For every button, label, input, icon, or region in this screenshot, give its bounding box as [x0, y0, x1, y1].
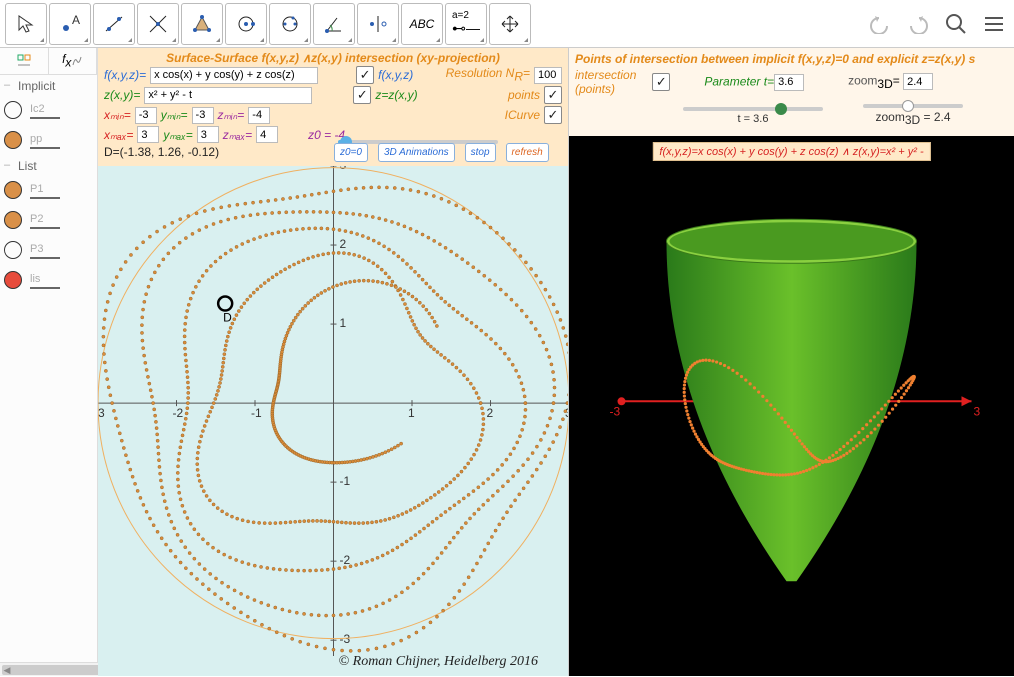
tool-reflect[interactable]: [357, 3, 399, 45]
fxyz-checkbox[interactable]: [356, 66, 374, 84]
panel-2d: Surface-Surface f(x,y,z) ∧z(x,y) interse…: [98, 48, 569, 676]
canvas-2d[interactable]: -3 -3 -2 -2 -1 -1 1 1 2 2 3 3 D © Roman Chijner, Hei…: [98, 166, 568, 676]
item-label: P2: [30, 213, 43, 225]
svg-text:-2: -2: [173, 406, 184, 420]
fxyz-label: f(x,y,z)=: [104, 68, 146, 82]
main-toolbar: A ABC a=2⊷—: [0, 0, 1014, 48]
credit-text: © Roman Chijner, Heidelberg 2016: [339, 654, 539, 670]
svg-text:3: 3: [340, 166, 347, 172]
zmin-input[interactable]: [248, 107, 270, 124]
res-label: Resolution NR=: [446, 66, 530, 83]
tool-text[interactable]: ABC: [401, 3, 443, 45]
main-layout: fx Implicit Ic2 pp List P1 P2 P3 lis ◀▶ …: [0, 48, 1014, 676]
undo-button[interactable]: [864, 8, 896, 40]
algebra-sidebar: fx Implicit Ic2 pp List P1 P2 P3 lis ◀▶: [0, 48, 98, 676]
tool-point[interactable]: A: [49, 3, 91, 45]
zxy-input[interactable]: [144, 87, 312, 104]
xmin-input[interactable]: [135, 107, 157, 124]
vis-toggle[interactable]: [4, 181, 22, 199]
svg-text:-1: -1: [251, 406, 262, 420]
group-implicit[interactable]: Implicit: [0, 75, 97, 95]
fxyz-input[interactable]: [150, 67, 318, 84]
vis-toggle[interactable]: [4, 241, 22, 259]
zoom-input[interactable]: [903, 73, 933, 90]
redo-button[interactable]: [902, 8, 934, 40]
zoom-slider[interactable]: [863, 104, 963, 108]
svg-text:A: A: [72, 14, 80, 27]
vis-toggle[interactable]: [4, 271, 22, 289]
svg-text:3: 3: [974, 404, 981, 418]
plot-3d: -33-3-2: [569, 161, 1014, 651]
sidebar-scrollbar[interactable]: ◀▶: [0, 662, 98, 676]
tool-angle[interactable]: [313, 3, 355, 45]
group-list[interactable]: List: [0, 155, 97, 175]
ymin-input[interactable]: [192, 107, 214, 124]
points-checkbox[interactable]: [544, 86, 562, 104]
refresh-button[interactable]: refresh: [506, 143, 549, 162]
search-icon[interactable]: [940, 8, 972, 40]
fxyz-name: f(x,y,z): [378, 68, 413, 82]
t-slider[interactable]: [683, 107, 823, 111]
icurve-checkbox[interactable]: [544, 106, 562, 124]
tool-ellipse[interactable]: [269, 3, 311, 45]
svg-text:-3: -3: [98, 406, 105, 420]
item-label: pp: [30, 133, 42, 145]
plot-2d: -3 -3 -2 -2 -1 -1 1 1 2 2 3 3 D: [98, 166, 568, 656]
panel3d-title: Points of intersection between implicit …: [575, 52, 975, 66]
xmax-input[interactable]: [137, 126, 159, 143]
ymax-input[interactable]: [197, 126, 219, 143]
D-coords: D=(-1.38, 1.26, -0.12): [104, 145, 219, 159]
tool-slider[interactable]: a=2⊷—: [445, 3, 487, 45]
zxy-checkbox[interactable]: [353, 86, 371, 104]
svg-text:2: 2: [487, 406, 494, 420]
svg-text:D: D: [223, 311, 232, 325]
zxy-name: z=z(x,y): [375, 88, 417, 102]
equation-3d: f(x,y,z)=x cos(x) + y cos(y) + z cos(z) …: [652, 142, 930, 161]
sort-tab[interactable]: [0, 48, 49, 74]
stop-button[interactable]: stop: [465, 143, 496, 162]
z0-button[interactable]: z0=0: [334, 143, 368, 162]
svg-text:-2: -2: [340, 553, 351, 567]
settings-2d: Surface-Surface f(x,y,z) ∧z(x,y) interse…: [98, 48, 568, 166]
intersection-checkbox[interactable]: [652, 73, 670, 91]
panel-title: Surface-Surface f(x,y,z) ∧z(x,y) interse…: [104, 51, 562, 65]
tool-perpendicular[interactable]: [137, 3, 179, 45]
svg-text:3: 3: [565, 406, 568, 420]
menu-icon[interactable]: [978, 8, 1010, 40]
tool-circle[interactable]: [225, 3, 267, 45]
vis-toggle[interactable]: [4, 131, 22, 149]
vis-toggle[interactable]: [4, 211, 22, 229]
icurve-label: ICurve: [505, 108, 540, 122]
item-label: P3: [30, 243, 43, 255]
svg-text:2: 2: [340, 237, 347, 251]
param-t-input[interactable]: [774, 74, 804, 91]
svg-text:-1: -1: [340, 474, 351, 488]
item-label: lis: [30, 273, 40, 285]
tool-move-view[interactable]: [489, 3, 531, 45]
zoom-caption: zoom3D = 2.4: [863, 110, 963, 127]
canvas-3d[interactable]: f(x,y,z)=x cos(x) + y cos(y) + z cos(z) …: [569, 136, 1014, 676]
zxy-label: z(x,y)=: [104, 88, 140, 102]
vis-toggle[interactable]: [4, 101, 22, 119]
t-caption: t = 3.6: [683, 113, 823, 125]
svg-text:1: 1: [408, 406, 415, 420]
resolution-input[interactable]: [534, 67, 562, 84]
item-label: P1: [30, 183, 43, 195]
anim-button[interactable]: 3D Animations: [378, 143, 455, 162]
zmax-input[interactable]: [256, 126, 278, 143]
settings-3d: Points of intersection between implicit …: [569, 48, 1014, 136]
panel-3d: Points of intersection between implicit …: [569, 48, 1014, 676]
svg-text:-3: -3: [610, 404, 621, 418]
svg-text:-3: -3: [340, 632, 351, 646]
fx-tab[interactable]: fx: [49, 48, 98, 74]
tool-move[interactable]: [5, 3, 47, 45]
tool-line[interactable]: [93, 3, 135, 45]
svg-text:1: 1: [340, 316, 347, 330]
points-label: points: [508, 88, 540, 102]
item-label: Ic2: [30, 103, 45, 115]
tool-polygon[interactable]: [181, 3, 223, 45]
